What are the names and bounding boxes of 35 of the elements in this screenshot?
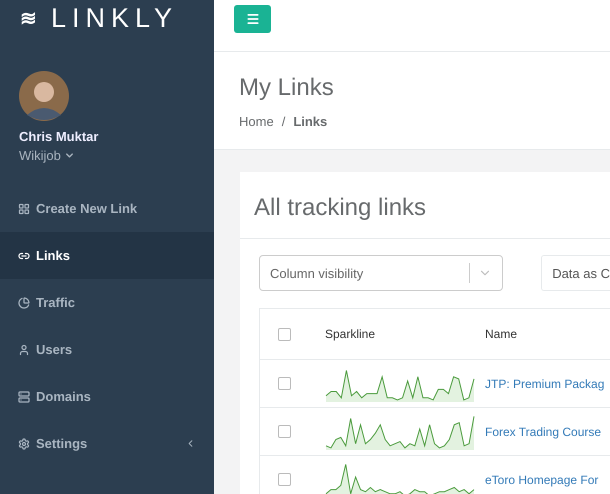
breadcrumb-item[interactable]: Home <box>239 114 274 129</box>
organization-dropdown[interactable]: Wikijob <box>19 148 214 163</box>
server-icon <box>18 390 30 402</box>
grid-icon <box>18 202 30 214</box>
sidebar-item[interactable]: Settings <box>0 420 214 467</box>
gear-icon <box>18 438 30 450</box>
checkbox[interactable] <box>278 425 291 438</box>
sidebar-item[interactable]: Users <box>0 326 214 373</box>
breadcrumb-separator: / <box>282 114 286 129</box>
column-header[interactable]: Name <box>485 327 518 341</box>
checkbox[interactable] <box>278 473 291 486</box>
breadcrumb-item: Links <box>293 114 328 129</box>
brand-name: LINKLY <box>51 2 178 34</box>
export-button[interactable]: Data as C <box>541 255 610 291</box>
sidebar-item[interactable]: Links <box>0 232 214 279</box>
sidebar-item[interactable]: Create New Link <box>0 185 214 232</box>
column-header[interactable]: Sparkline <box>325 327 485 341</box>
link-name[interactable]: JTP: Premium Packag <box>485 376 604 390</box>
logo-glyph: ≋ <box>20 6 37 30</box>
user-name: Chris Muktar <box>19 129 100 144</box>
link-name[interactable]: eToro Homepage For <box>485 472 598 486</box>
avatar <box>19 71 69 121</box>
menu-icon <box>246 12 260 26</box>
select-placeholder: Column visibility <box>270 266 364 280</box>
checkbox[interactable] <box>278 328 291 340</box>
menu-button[interactable] <box>234 5 271 33</box>
sidebar-item[interactable]: Domains <box>0 373 214 420</box>
page-title: My Links <box>239 74 335 102</box>
card-title: All tracking links <box>254 194 426 221</box>
sidebar-item[interactable]: Traffic <box>0 279 214 326</box>
link-name[interactable]: Forex Trading Course <box>485 424 602 438</box>
checkbox[interactable] <box>278 377 291 390</box>
pie-chart-icon <box>18 296 30 308</box>
user-icon <box>18 344 30 356</box>
column-visibility-select[interactable]: Column visibility <box>259 255 504 291</box>
